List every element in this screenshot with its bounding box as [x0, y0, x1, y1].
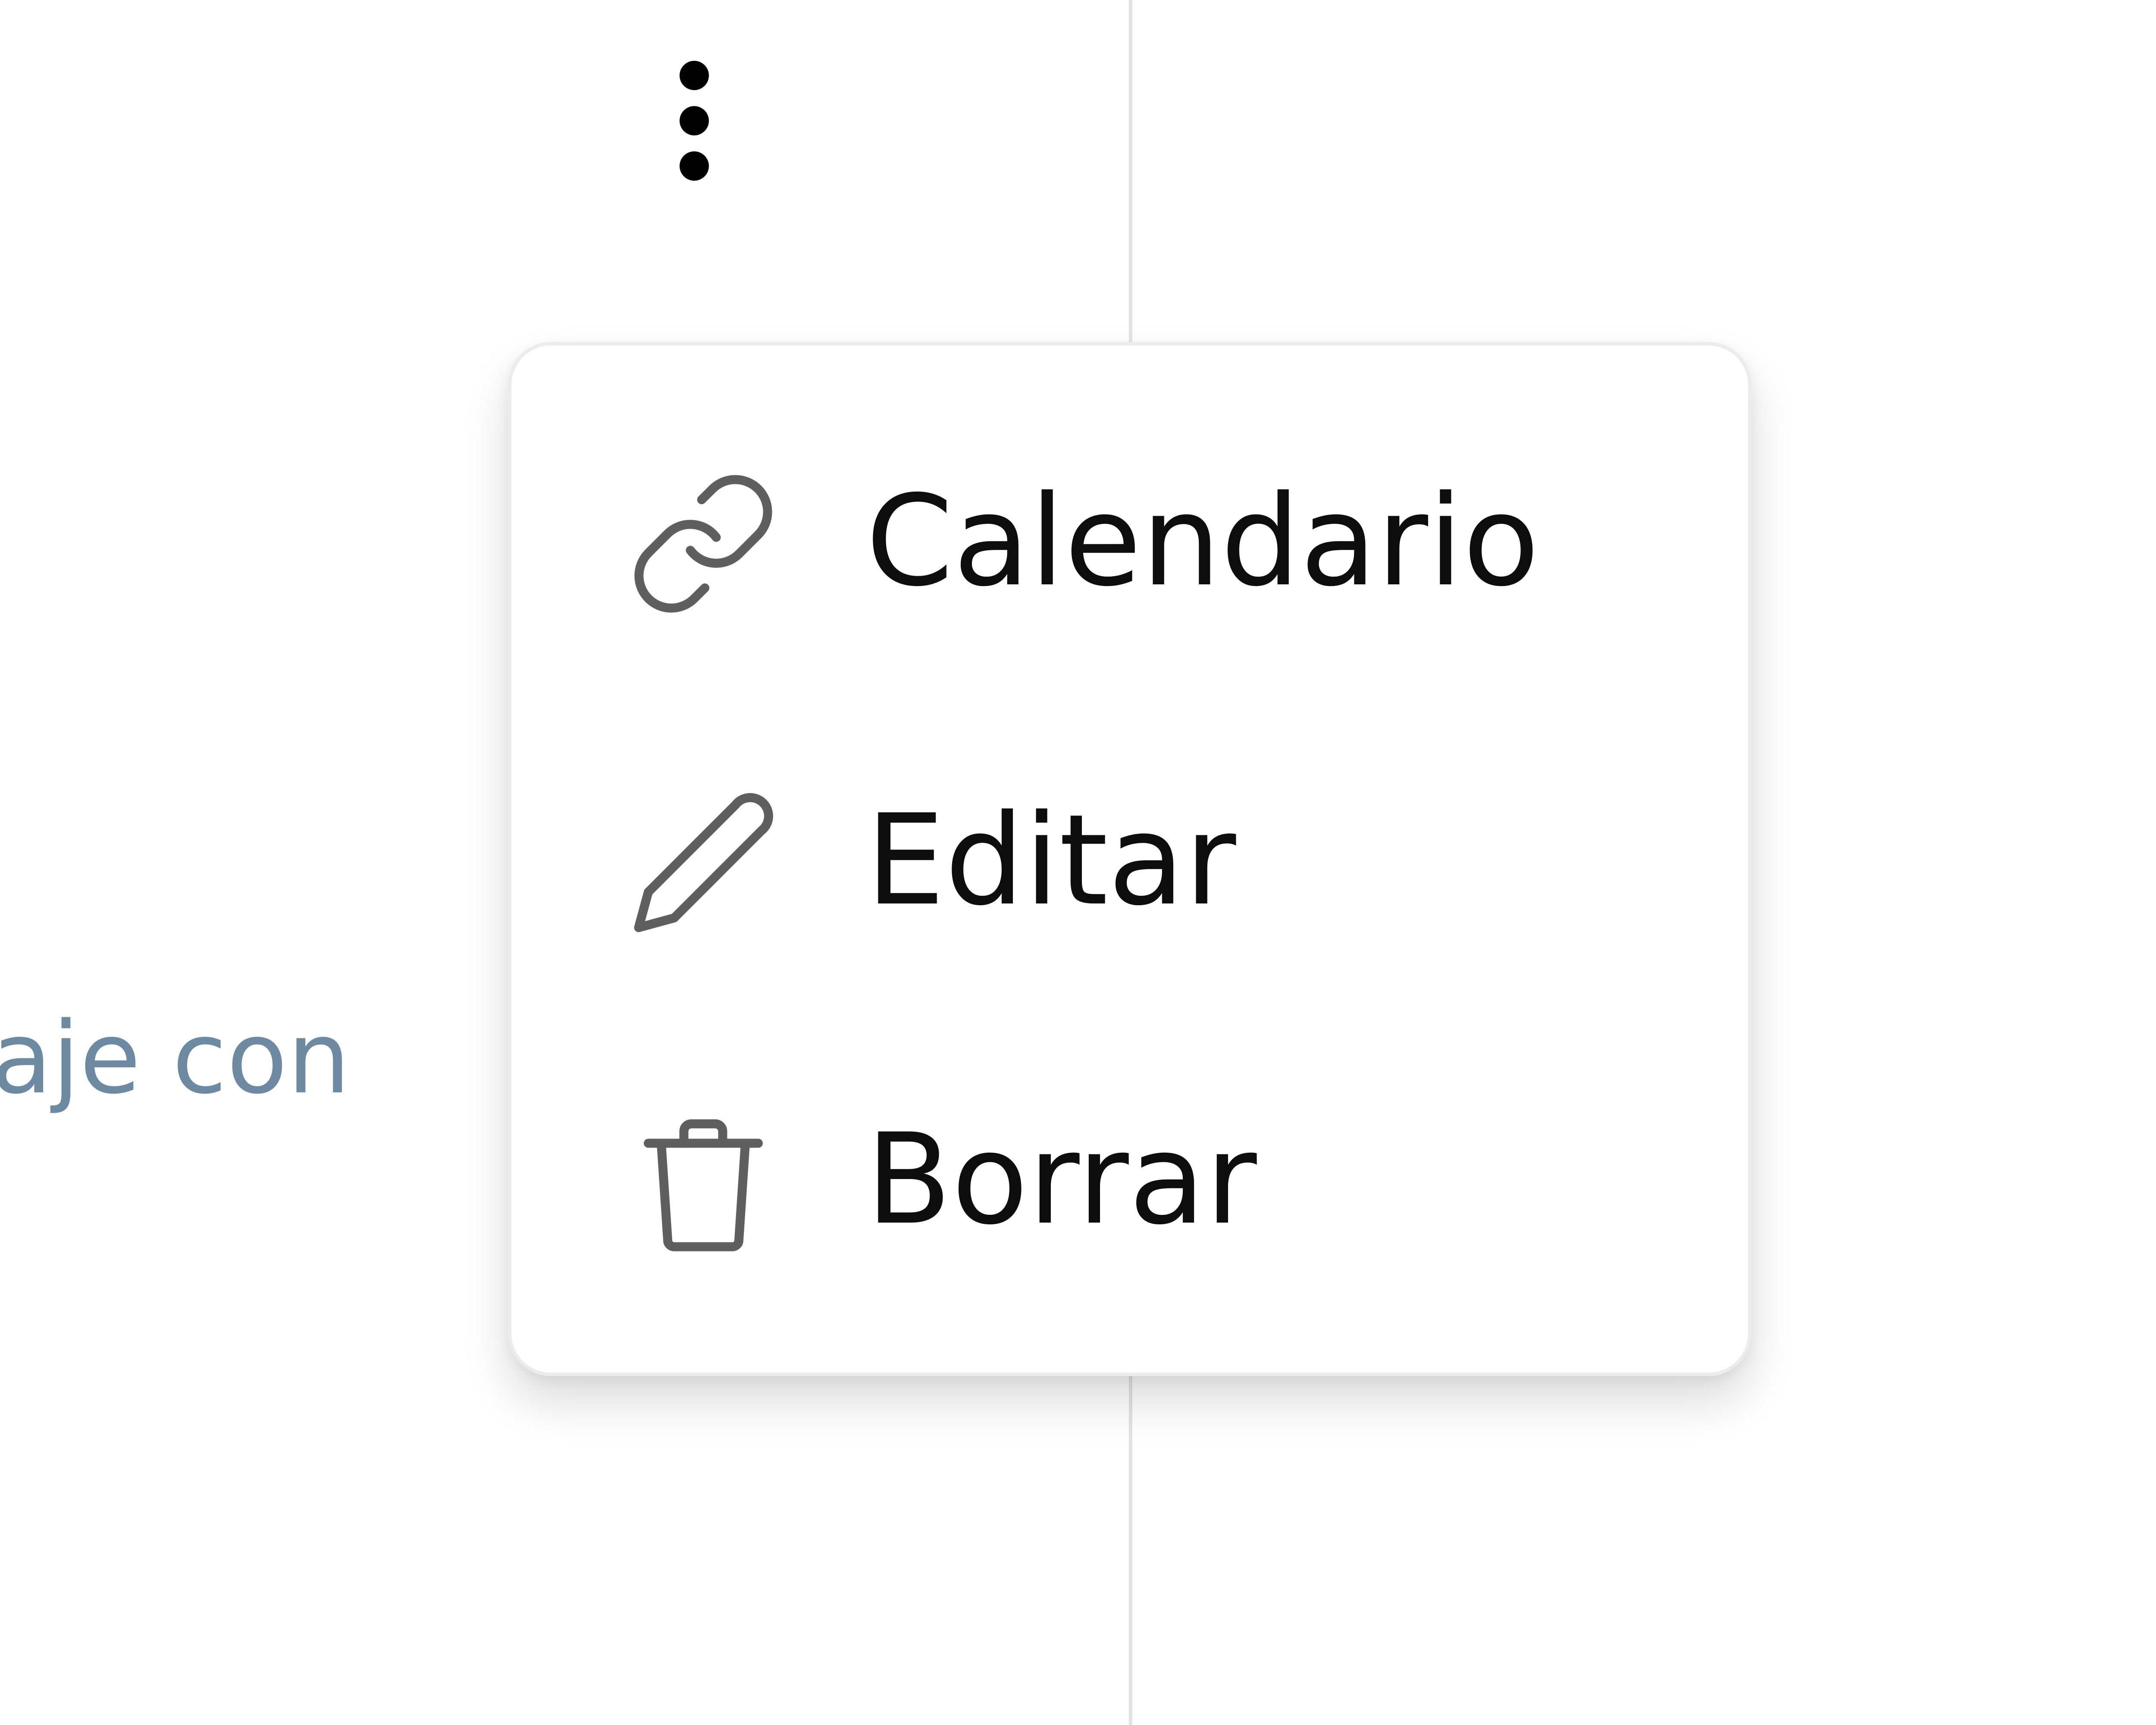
- menu-item-label: Editar: [866, 788, 1236, 933]
- message-snippet: aje con: [0, 1001, 351, 1116]
- menu-item-editar[interactable]: Editar: [511, 725, 1748, 1001]
- context-menu: Calendario Editar Borrar: [508, 342, 1752, 1376]
- menu-item-label: Calendario: [866, 469, 1540, 614]
- vertical-ellipsis-icon: [680, 61, 709, 181]
- menu-item-label: Borrar: [866, 1107, 1257, 1252]
- pencil-icon: [626, 785, 781, 941]
- trash-icon: [626, 1104, 781, 1260]
- menu-item-calendario[interactable]: Calendario: [511, 406, 1748, 682]
- link-icon: [626, 466, 781, 621]
- menu-item-borrar[interactable]: Borrar: [511, 1044, 1748, 1320]
- screen: aje con Calendario Editar Borrar: [0, 0, 2156, 1725]
- more-options-button[interactable]: [664, 56, 724, 185]
